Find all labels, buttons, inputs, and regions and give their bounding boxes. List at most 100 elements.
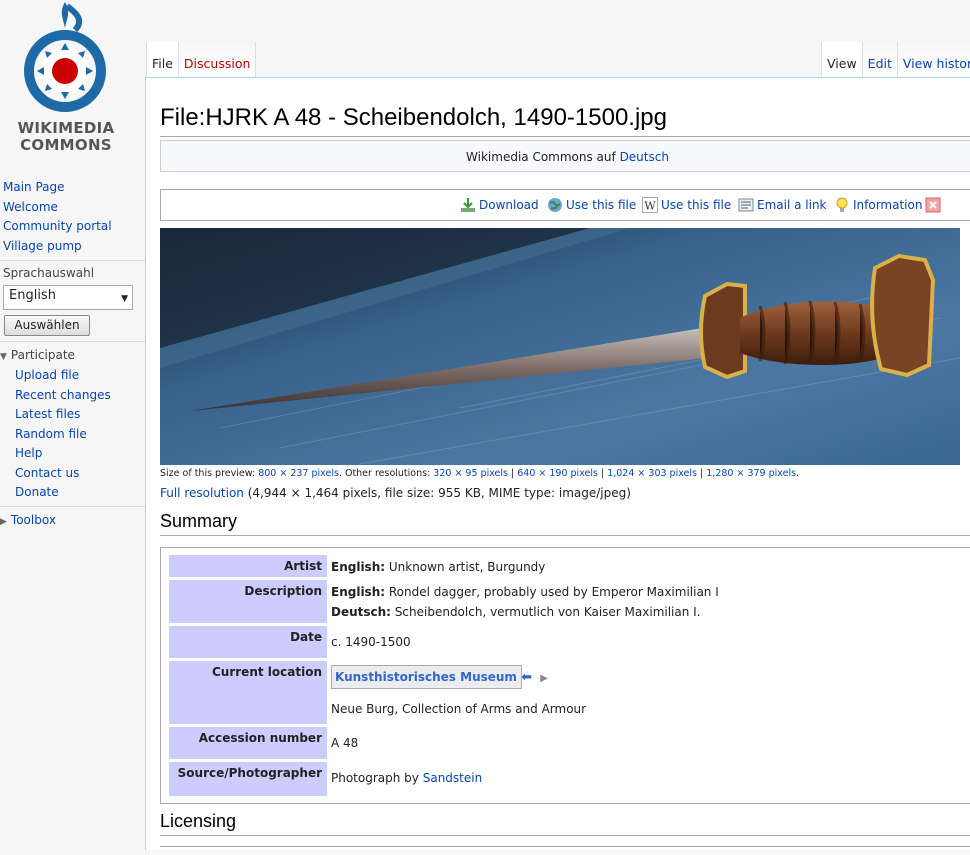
banner-deutsch-link[interactable]: Deutsch bbox=[620, 150, 669, 164]
wikimedia-commons-logo[interactable]: WIKIMEDIA COMMONS bbox=[5, 0, 127, 160]
random-file-link[interactable]: Random file bbox=[15, 427, 87, 441]
banner-text: Wikimedia Commons auf bbox=[466, 150, 620, 164]
desc-de-lang: Deutsch: bbox=[331, 605, 391, 619]
artist-lang: English: bbox=[331, 560, 386, 574]
help-link[interactable]: Help bbox=[15, 446, 42, 460]
main-navigation: Main Page Welcome Community portal Villa… bbox=[3, 178, 112, 256]
use-file-wiki-button[interactable]: W Use this file bbox=[642, 197, 731, 213]
download-button[interactable]: Download bbox=[460, 197, 539, 213]
participate-toggle[interactable]: ▼ Participate bbox=[0, 348, 75, 362]
full-resolution-link[interactable]: Full resolution bbox=[160, 486, 244, 500]
res-link-640[interactable]: 640 × 190 pixels bbox=[517, 468, 598, 479]
language-select[interactable]: English ▼ bbox=[3, 285, 133, 310]
accession-value: A 48 bbox=[331, 736, 359, 750]
commons-language-banner: Wikimedia Commons auf Deutsch bbox=[160, 140, 970, 172]
sidebar-divider bbox=[0, 260, 145, 261]
nav-welcome-link[interactable]: Welcome bbox=[3, 200, 58, 214]
back-arrow-icon: ⬅ bbox=[521, 670, 533, 685]
latest-files-link[interactable]: Latest files bbox=[15, 407, 80, 421]
download-label: Download bbox=[479, 198, 539, 212]
use-file-label-2: Use this file bbox=[661, 198, 732, 212]
museum-link[interactable]: Kunsthistorisches Museum bbox=[335, 670, 517, 684]
close-toolbar-button[interactable] bbox=[925, 197, 944, 213]
nav-main-page[interactable]: Main Page bbox=[3, 178, 112, 198]
desc-en-lang: English: bbox=[331, 585, 386, 599]
description-row: Description English: Rondel dagger, prob… bbox=[169, 580, 969, 623]
view-tabs: View Edit View histor bbox=[821, 42, 970, 78]
date-label: Date bbox=[169, 626, 327, 658]
recent-changes-link[interactable]: Recent changes bbox=[15, 388, 111, 402]
expand-arrow-icon[interactable]: ▶ bbox=[540, 673, 548, 684]
nav-upload-file[interactable]: Upload file bbox=[15, 366, 111, 386]
res-link-1024[interactable]: 1,024 × 303 pixels bbox=[607, 468, 697, 479]
toolbox-label[interactable]: Toolbox bbox=[11, 513, 56, 527]
nav-help[interactable]: Help bbox=[15, 444, 111, 464]
donate-link[interactable]: Donate bbox=[15, 485, 59, 499]
nav-latest-files[interactable]: Latest files bbox=[15, 405, 111, 425]
upload-file-link[interactable]: Upload file bbox=[15, 368, 79, 382]
artist-text: Unknown artist, Burgundy bbox=[385, 560, 546, 574]
nav-recent-changes[interactable]: Recent changes bbox=[15, 386, 111, 406]
file-toolbar: Download Use this file W Use this file E… bbox=[160, 189, 970, 221]
information-button[interactable]: Information bbox=[834, 197, 922, 213]
summary-heading: Summary bbox=[160, 511, 238, 531]
tab-edit[interactable]: Edit bbox=[861, 42, 897, 78]
logo-wordmark: WIKIMEDIA COMMONS bbox=[5, 120, 127, 154]
photographer-link[interactable]: Sandstein bbox=[423, 771, 482, 785]
nav-village-pump-link[interactable]: Village pump bbox=[3, 239, 82, 253]
expanded-triangle-icon: ▼ bbox=[0, 352, 7, 362]
tab-file[interactable]: File bbox=[146, 42, 178, 78]
information-label: Information bbox=[853, 198, 923, 212]
email-icon bbox=[738, 198, 754, 212]
dropdown-arrow-icon: ▼ bbox=[121, 294, 128, 304]
nav-community-portal-link[interactable]: Community portal bbox=[3, 219, 112, 233]
collapsed-triangle-icon: ▶ bbox=[0, 517, 7, 527]
nav-community-portal[interactable]: Community portal bbox=[3, 217, 112, 237]
date-value: c. 1490-1500 bbox=[331, 635, 411, 649]
nav-contact-us[interactable]: Contact us bbox=[15, 464, 111, 484]
artist-label: Artist bbox=[169, 555, 327, 577]
accession-row: Accession number A 48 bbox=[169, 727, 969, 759]
sidebar: WIKIMEDIA COMMONS Main Page Welcome Comm… bbox=[0, 0, 145, 850]
content-area: File:HJRK A 48 - Scheibendolch, 1490-150… bbox=[145, 77, 970, 850]
language-submit-button[interactable]: Auswählen bbox=[4, 315, 90, 336]
res-link-320[interactable]: 320 × 95 pixels bbox=[433, 468, 508, 479]
sidebar-divider bbox=[0, 341, 145, 342]
museum-button[interactable]: Kunsthistorisches Museum ⬅ ▶ bbox=[331, 665, 548, 689]
source-row: Source/Photographer Photograph by Sandst… bbox=[169, 762, 969, 796]
nav-main-page-link[interactable]: Main Page bbox=[3, 180, 65, 194]
toolbox-toggle[interactable]: ▶ Toolbox bbox=[0, 513, 56, 527]
svg-text:W: W bbox=[644, 200, 656, 213]
title-divider bbox=[160, 136, 970, 137]
preview-size-link[interactable]: 800 × 237 pixels bbox=[258, 468, 339, 479]
licensing-box bbox=[160, 846, 970, 855]
participate-label: Participate bbox=[10, 348, 75, 362]
nav-donate[interactable]: Donate bbox=[15, 483, 111, 503]
logo-line-2: COMMONS bbox=[20, 136, 112, 154]
desc-en-text: Rondel dagger, probably used by Emperor … bbox=[385, 585, 719, 599]
res-link-1280[interactable]: 1,280 × 379 pixels bbox=[706, 468, 796, 479]
contact-us-link[interactable]: Contact us bbox=[15, 466, 79, 480]
desc-de-text: Scheibendolch, vermutlich von Kaiser Max… bbox=[390, 605, 701, 619]
tab-view-history[interactable]: View histor bbox=[896, 42, 970, 78]
preview-size-info: Size of this preview: 800 × 237 pixels. … bbox=[160, 468, 800, 479]
tab-discussion[interactable]: Discussion bbox=[177, 42, 257, 78]
use-file-globe-button[interactable]: Use this file bbox=[547, 197, 636, 213]
nav-random-file[interactable]: Random file bbox=[15, 425, 111, 445]
nav-village-pump[interactable]: Village pump bbox=[3, 237, 112, 257]
participate-list: Upload file Recent changes Latest files … bbox=[15, 366, 111, 503]
location-label: Current location bbox=[169, 661, 327, 724]
lightbulb-icon bbox=[836, 197, 848, 212]
artist-row: Artist English: Unknown artist, Burgundy bbox=[169, 555, 969, 577]
email-link-button[interactable]: Email a link bbox=[738, 197, 827, 213]
licensing-divider bbox=[160, 835, 970, 836]
artist-value: English: Unknown artist, Burgundy bbox=[331, 555, 961, 574]
tab-view[interactable]: View bbox=[821, 42, 862, 78]
file-preview-image[interactable] bbox=[160, 228, 960, 465]
location-value: Kunsthistorisches Museum ⬅ ▶ Neue Burg, … bbox=[331, 661, 961, 724]
date-row: Date c. 1490-1500 bbox=[169, 626, 969, 658]
description-label: Description bbox=[169, 580, 327, 623]
nav-welcome[interactable]: Welcome bbox=[3, 198, 112, 218]
sidebar-divider bbox=[0, 506, 145, 507]
description-value: English: Rondel dagger, probably used by… bbox=[331, 580, 961, 622]
